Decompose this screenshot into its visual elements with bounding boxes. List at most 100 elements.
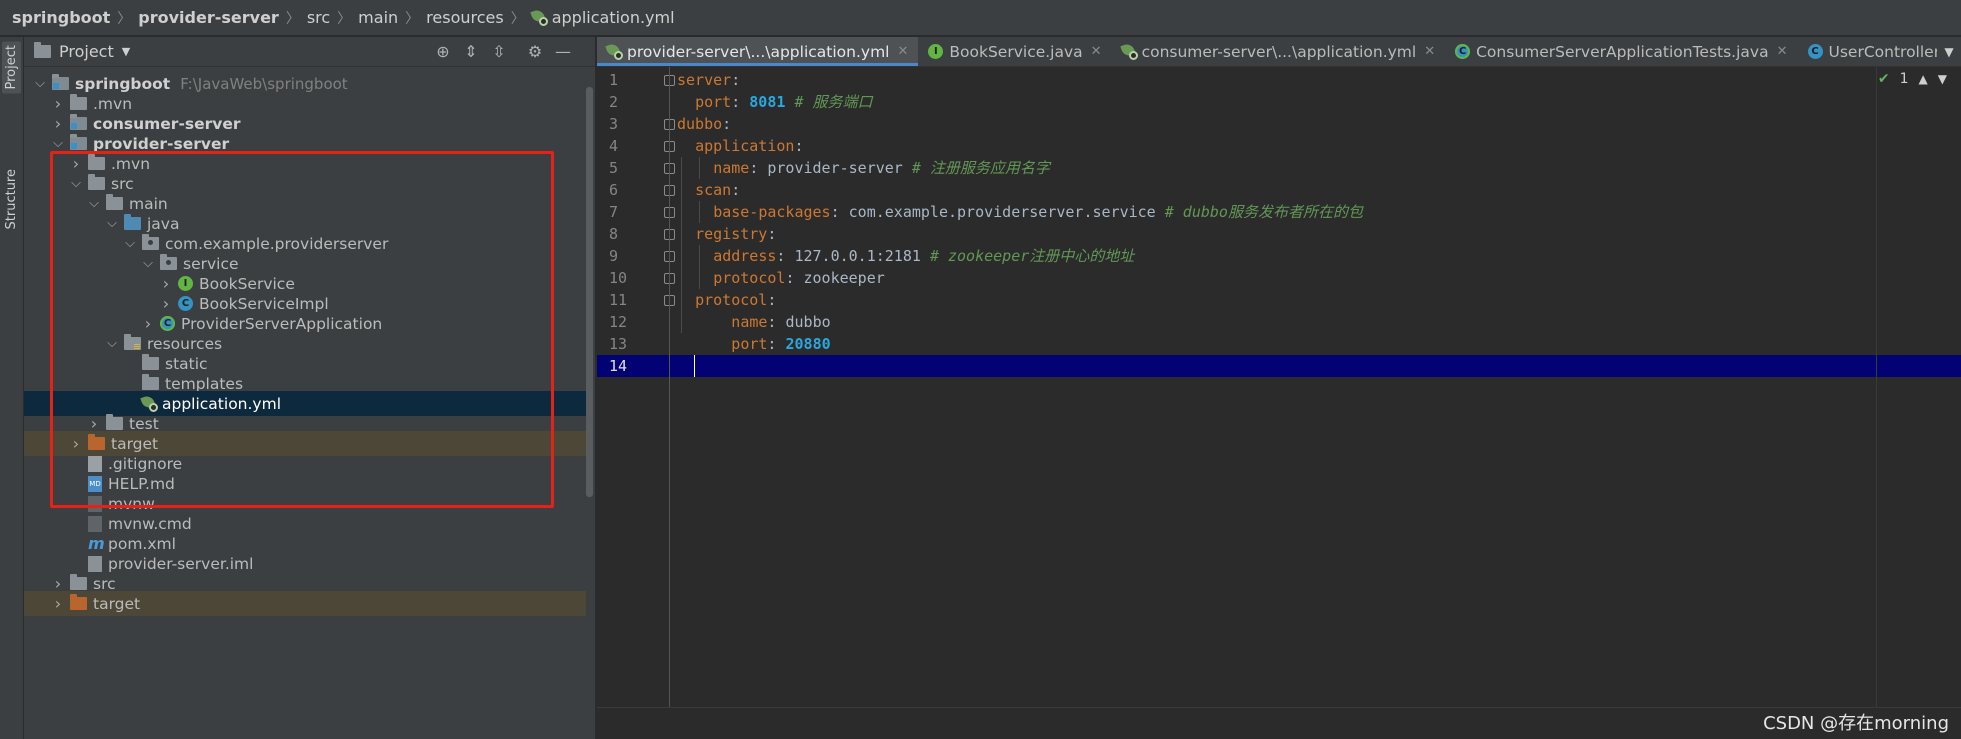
folder-icon (106, 414, 123, 430)
yaml-key: scan (695, 181, 732, 199)
package-icon (142, 234, 159, 250)
breadcrumb-src[interactable]: src (307, 8, 330, 27)
close-icon[interactable]: ✕ (897, 44, 908, 59)
close-icon[interactable]: ✕ (1424, 44, 1435, 59)
interface-icon: I (178, 276, 193, 291)
tree-item-label: ProviderServerApplication (181, 314, 383, 333)
line-number: 12 (609, 313, 628, 331)
line-number: 3 (609, 115, 619, 133)
breadcrumb-provider-server[interactable]: provider-server (138, 8, 279, 27)
gitignore-file-icon (88, 455, 102, 472)
previous-highlight-icon[interactable]: ▲ (1919, 72, 1928, 86)
breadcrumb-springboot[interactable]: springboot (12, 8, 110, 27)
folder-icon (142, 374, 159, 390)
module-folder-icon (70, 114, 87, 130)
code-line: base-packages: com.example.providerserve… (713, 201, 1363, 223)
chevron-down-icon[interactable]: ⌵ (140, 256, 156, 271)
tree-item-label: com.example.providerserver (165, 234, 389, 253)
chevron-down-icon[interactable]: ⌵ (104, 216, 120, 231)
code-line: protocol: (695, 289, 776, 311)
yaml-colon: : (776, 247, 786, 265)
close-icon[interactable]: ✕ (1777, 44, 1788, 59)
breadcrumb-resources[interactable]: resources (426, 8, 504, 27)
line-number: 10 (609, 269, 628, 287)
folder-icon (70, 574, 87, 590)
shell-file-icon (88, 495, 102, 512)
close-icon[interactable]: ✕ (1091, 44, 1102, 59)
tree-item-label: .mvn (93, 94, 133, 113)
watermark: CSDN @存在morning (1763, 713, 1949, 734)
project-tool-window-tab[interactable]: Project (2, 41, 21, 94)
code-line: scan: (695, 179, 740, 201)
yaml-key: application (695, 137, 795, 155)
yaml-file-icon (140, 393, 158, 412)
tree-row-target[interactable]: › target (24, 591, 586, 616)
scrollbar-thumb[interactable] (586, 87, 593, 497)
editor-tab[interactable]: consumer-server\...\application.yml ✕ (1112, 37, 1446, 66)
tree-item-label: target (111, 434, 159, 453)
resources-folder-icon (124, 334, 141, 350)
tree-item-label: mvnw (108, 494, 155, 513)
chevron-down-icon[interactable]: ⌵ (122, 236, 138, 251)
tree-item-label: .mvn (111, 154, 151, 173)
line-number: 9 (609, 247, 619, 265)
editor-tab-label: provider-server\...\application.yml (627, 42, 890, 61)
code-line: registry: (695, 223, 776, 245)
chevron-down-icon[interactable]: ⌵ (104, 336, 120, 351)
line-number: 11 (609, 291, 628, 309)
inspection-widget[interactable]: ✔ 1 ▲ ▼ (1878, 71, 1947, 87)
tree-item-label: test (129, 414, 159, 433)
yaml-value: com.example.providerserver.service (848, 203, 1156, 221)
chevron-down-icon[interactable]: ▼ (1937, 37, 1961, 66)
yaml-colon: : (731, 71, 741, 89)
breadcrumb-separator: 〉 (405, 10, 420, 27)
folder-icon (70, 94, 87, 110)
collapse-all-icon[interactable]: ⇳ (490, 43, 508, 61)
yaml-file-icon (530, 7, 548, 26)
minimize-icon[interactable]: — (554, 43, 572, 61)
line-number-gutter: 1 2 3 4 5 6 7 8 9 10 11 12 13 14 (597, 67, 675, 739)
project-tree: ⌵ springboot F:\JavaWeb\springboot › .mvn › co… (24, 67, 595, 739)
spring-boot-class-icon: C (160, 316, 175, 331)
chevron-down-icon[interactable]: ⌵ (68, 176, 84, 191)
editor-tab-label: consumer-server\...\application.yml (1141, 42, 1417, 61)
excluded-folder-icon (88, 434, 105, 450)
chevron-down-icon[interactable]: ⌵ (32, 76, 48, 91)
tree-item-label: templates (165, 374, 244, 393)
yaml-colon: : (767, 313, 777, 331)
yaml-comment: # 服务端口 (794, 93, 873, 111)
editor-tab-label: ConsumerServerApplicationTests.java (1476, 42, 1769, 61)
line-number: 7 (609, 203, 619, 221)
code-line: name: dubbo (731, 311, 830, 333)
tree-item-label: mvnw.cmd (108, 514, 192, 533)
inspection-count: 1 (1899, 71, 1909, 87)
breadcrumb-main[interactable]: main (358, 8, 398, 27)
chevron-down-icon[interactable]: ⌵ (86, 196, 102, 211)
yaml-colon: : (722, 115, 732, 133)
chevron-down-icon[interactable]: ⌵ (50, 136, 66, 151)
module-folder-icon (52, 74, 69, 90)
tree-item-label: springboot (75, 74, 171, 93)
tree-item-label: .gitignore (108, 454, 183, 473)
next-highlight-icon[interactable]: ▼ (1938, 72, 1947, 86)
editor-tab[interactable]: C ConsumerServerApplicationTests.java ✕ (1445, 37, 1797, 66)
locate-target-icon[interactable]: ⊕ (434, 43, 452, 61)
chevron-down-icon[interactable]: ▼ (122, 45, 130, 58)
breadcrumb-application-yml[interactable]: application.yml (552, 8, 675, 27)
gear-icon[interactable]: ⚙ (526, 43, 544, 61)
project-view-selector[interactable]: Project (59, 42, 114, 61)
editor: provider-server\...\application.yml ✕ I Boo… (597, 37, 1961, 739)
line-number: 1 (609, 71, 619, 89)
package-icon (160, 254, 177, 270)
structure-tool-window-tab[interactable]: Structure (2, 165, 21, 233)
chevron-right-icon[interactable]: › (50, 594, 66, 613)
spring-boot-class-icon: C (1455, 44, 1471, 59)
line-number: 14 (609, 357, 628, 375)
yaml-colon: : (731, 93, 741, 111)
yaml-colon: : (749, 159, 759, 177)
editor-tab[interactable]: I BookService.java ✕ (918, 37, 1111, 66)
editor-tab[interactable]: provider-server\...\application.yml ✕ (597, 37, 919, 66)
expand-all-icon[interactable]: ⇕ (462, 43, 480, 61)
code-editor[interactable]: ✔ 1 ▲ ▼ 1 2 3 4 5 6 7 8 9 10 11 12 13 14 server: port:… (597, 67, 1961, 739)
tree-item-label: main (129, 194, 168, 213)
